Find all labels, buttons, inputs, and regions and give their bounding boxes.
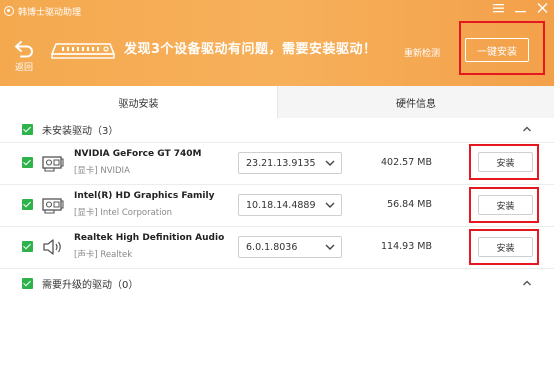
section-uninstalled: 未安装驱动（3） — [0, 118, 554, 142]
driver-size: 402.57 MB — [381, 157, 432, 168]
driver-checkbox[interactable] — [22, 157, 33, 168]
menu-icon[interactable] — [492, 3, 504, 16]
headline: 发现3个设备驱动有问题，需要安装驱动！ — [124, 42, 377, 57]
chevron-down-icon — [325, 202, 335, 208]
version-select[interactable]: 10.18.14.4889 — [238, 194, 342, 216]
header-banner: 韩博士驱动助理 返回 发现3个设备驱动有问题，需要安装驱动！ 重新检测 一键安装 — [0, 0, 554, 86]
divider — [0, 268, 554, 269]
chevron-down-icon — [325, 244, 335, 250]
back-label: 返回 — [14, 63, 33, 73]
driver-category: [显卡] Intel Corporation — [74, 208, 173, 218]
tab-hardware-info[interactable]: 硬件信息 — [277, 86, 554, 118]
close-icon[interactable] — [536, 3, 548, 16]
one-key-install-button[interactable]: 一键安装 — [465, 38, 529, 62]
driver-checkbox[interactable] — [22, 199, 33, 210]
driver-size: 56.84 MB — [387, 199, 432, 210]
graphics-card-icon — [42, 198, 64, 214]
section-uninstalled-label: 未安装驱动（3） — [42, 126, 119, 137]
tab-driver-install[interactable]: 驱动安装 — [0, 86, 277, 118]
app-logo-icon — [4, 6, 14, 16]
hardware-device-icon — [51, 43, 115, 59]
graphics-card-icon — [42, 156, 64, 172]
driver-size: 114.93 MB — [381, 241, 432, 252]
driver-category: [显卡] NVIDIA — [74, 166, 130, 176]
driver-category: [声卡] Realtek — [74, 250, 133, 260]
window-controls — [492, 3, 548, 16]
app-title: 韩博士驱动助理 — [18, 7, 82, 18]
tab-bar: 驱动安装 硬件信息 — [0, 86, 554, 118]
driver-name: Realtek High Definition Audio — [74, 233, 225, 243]
driver-name: NVIDIA GeForce GT 740M — [74, 149, 202, 159]
recheck-link[interactable]: 重新检测 — [404, 46, 440, 59]
chevron-down-icon — [325, 160, 335, 166]
version-value: 10.18.14.4889 — [246, 200, 316, 211]
version-value: 23.21.13.9135 — [246, 158, 316, 169]
version-select[interactable]: 23.21.13.9135 — [238, 152, 342, 174]
section-upgrade: 需要升级的驱动（0） — [0, 272, 554, 296]
section-upgrade-label: 需要升级的驱动（0） — [42, 280, 139, 291]
version-select[interactable]: 6.0.1.8036 — [238, 236, 342, 258]
title-bar: 韩博士驱动助理 — [4, 3, 81, 19]
speaker-icon — [43, 239, 61, 255]
version-value: 6.0.1.8036 — [246, 242, 298, 253]
section-uninstalled-checkbox[interactable] — [22, 124, 33, 135]
collapse-caret-icon[interactable] — [522, 278, 532, 288]
driver-checkbox[interactable] — [22, 241, 33, 252]
collapse-caret-icon[interactable] — [522, 124, 532, 134]
install-button[interactable]: 安装 — [478, 152, 533, 172]
minimize-icon[interactable] — [514, 3, 526, 16]
section-upgrade-checkbox[interactable] — [22, 278, 33, 289]
back-arrow-icon — [15, 41, 33, 58]
install-button[interactable]: 安装 — [478, 195, 533, 215]
back-button[interactable]: 返回 — [12, 40, 36, 73]
driver-name: Intel(R) HD Graphics Family — [74, 191, 215, 201]
install-button[interactable]: 安装 — [478, 237, 533, 257]
